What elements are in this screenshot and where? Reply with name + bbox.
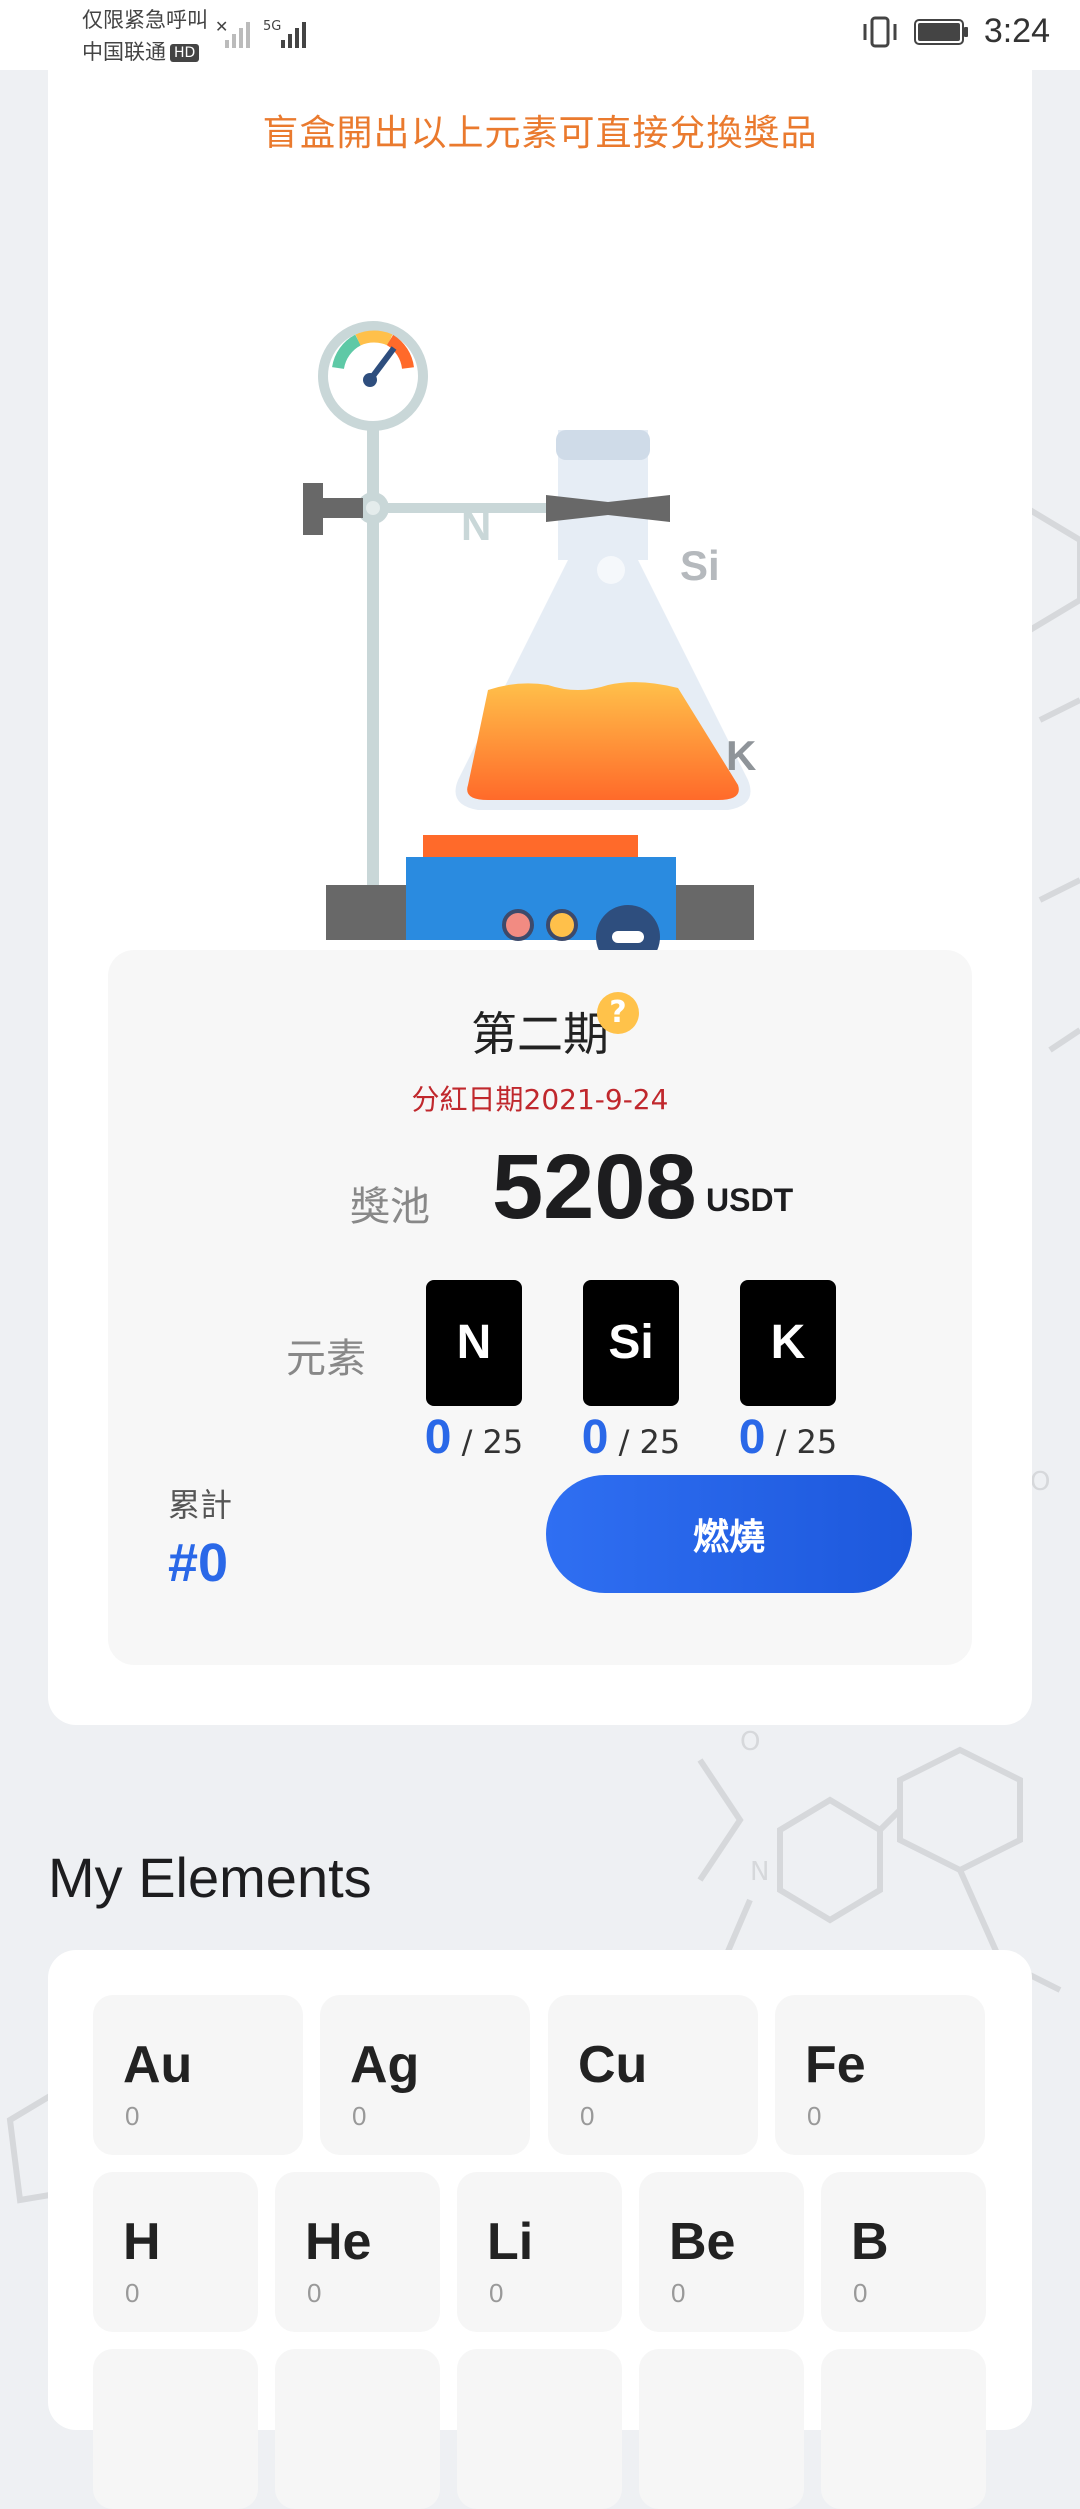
element-card-au[interactable]: Au 0 (93, 1995, 303, 2155)
element-count: 0 (580, 2101, 595, 2131)
my-elements-title: My Elements (48, 1846, 372, 1909)
element-tile-si: Si (583, 1280, 679, 1406)
my-elements-card: Au 0 Ag 0 Cu 0 Fe 0 H 0 He 0 Li 0 Be 0 B… (48, 1950, 1032, 2509)
lab-flask-illustration: N Si K (303, 321, 756, 940)
element-symbol: H (123, 2213, 161, 2271)
element-count-total: / 25 (461, 1423, 524, 1461)
element-count-current: 0 (738, 1411, 766, 1464)
element-count: 0 (125, 2278, 140, 2308)
element-tile-n: N (426, 1280, 522, 1406)
element-card-partial[interactable] (457, 2349, 622, 2509)
period-title: 第二期 (471, 1007, 609, 1061)
element-symbol: Fe (805, 2036, 866, 2094)
svg-text:N: N (750, 1857, 769, 1887)
element-card-partial[interactable] (639, 2349, 804, 2509)
element-card-fe[interactable]: Fe 0 (775, 1995, 985, 2155)
element-symbol: Li (487, 2213, 534, 2271)
element-card-partial[interactable] (93, 2349, 258, 2509)
carrier-name: 中国联通 (82, 40, 166, 64)
prize-pool-label: 獎池 (350, 1184, 430, 1230)
element-card-partial[interactable] (821, 2349, 986, 2509)
signal-icon: ✕ 5G (215, 17, 306, 48)
element-symbol: Ag (350, 2036, 420, 2094)
element-count-total: / 25 (618, 1423, 681, 1461)
clock: 3:24 (983, 12, 1050, 50)
battery-icon (913, 18, 968, 45)
element-count-total: / 25 (775, 1423, 838, 1461)
svg-text:O: O (740, 1727, 760, 1757)
element-card-b[interactable]: B 0 (821, 2172, 986, 2332)
element-count-current: 0 (581, 1411, 609, 1464)
element-symbol: Be (669, 2213, 736, 2271)
element-card-be[interactable]: Be 0 (639, 2172, 804, 2332)
element-count-n: 0 / 25 (404, 1410, 544, 1465)
svg-text:N: N (461, 502, 491, 549)
banner-text: 盲盒開出以上元素可直接兌換獎品 (262, 113, 818, 154)
help-icon[interactable]: ? (597, 992, 639, 1034)
element-count-si: 0 / 25 (561, 1410, 701, 1465)
svg-text:Si: Si (680, 542, 720, 589)
element-count: 0 (671, 2278, 686, 2308)
element-card-li[interactable]: Li 0 (457, 2172, 622, 2332)
element-symbol: Cu (578, 2036, 648, 2094)
carrier-info: 仅限紧急呼叫 中国联通 HD (82, 4, 208, 68)
element-card-ag[interactable]: Ag 0 (320, 1995, 530, 2155)
element-card-he[interactable]: He 0 (275, 2172, 440, 2332)
svg-text:5G: 5G (263, 19, 281, 34)
element-count-current: 0 (424, 1411, 452, 1464)
blindbox-card: 盲盒開出以上元素可直接兌換獎品 N Si K 第二期 ? 分紅日期2021-9-… (48, 70, 1032, 1725)
element-count-k: 0 / 25 (718, 1410, 858, 1465)
burn-button[interactable]: 燃燒 (546, 1475, 912, 1593)
period-info-panel: 第二期 ? 分紅日期2021-9-24 獎池 5208 USDT 元素 N Si… (108, 950, 972, 1665)
element-count: 0 (125, 2101, 140, 2131)
status-bar: 仅限紧急呼叫 中国联通 HD ✕ 5G 3:24 (0, 0, 1080, 70)
element-tile-k: K (740, 1280, 836, 1406)
element-count: 0 (807, 2101, 822, 2131)
elements-label: 元素 (286, 1336, 366, 1382)
dividend-date: 分紅日期2021-9-24 (411, 1083, 669, 1116)
element-symbol: B (851, 2213, 889, 2271)
element-card-partial[interactable] (275, 2349, 440, 2509)
element-card-h[interactable]: H 0 (93, 2172, 258, 2332)
element-symbol: Au (123, 2036, 193, 2094)
svg-text:K: K (726, 732, 756, 779)
element-count: 0 (489, 2278, 504, 2308)
svg-text:✕: ✕ (215, 17, 228, 36)
element-count: 0 (853, 2278, 868, 2308)
cumulative-value: #0 (168, 1533, 229, 1593)
emergency-only-text: 仅限紧急呼叫 (82, 8, 208, 32)
cumulative-label: 累計 (168, 1486, 233, 1524)
prize-pool-unit: USDT (706, 1182, 794, 1218)
hd-badge: HD (170, 44, 200, 62)
prize-pool-value: 5208 (492, 1136, 697, 1238)
svg-text:O: O (1030, 1467, 1050, 1497)
element-symbol: He (305, 2213, 372, 2271)
element-card-cu[interactable]: Cu 0 (548, 1995, 758, 2155)
vibrate-icon (863, 16, 897, 47)
element-count: 0 (307, 2278, 322, 2308)
element-count: 0 (352, 2101, 367, 2131)
